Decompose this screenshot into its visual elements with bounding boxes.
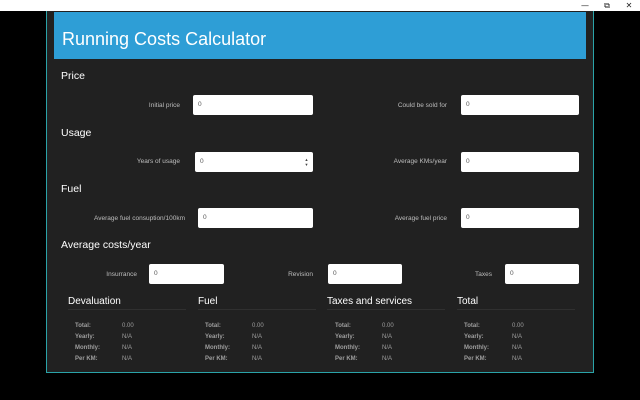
result-per-km-value: N/A	[252, 356, 263, 362]
app-title: Running Costs Calculator	[62, 29, 267, 49]
result-yearly-value: N/A	[252, 334, 263, 340]
result-per-km-value: N/A	[512, 356, 523, 362]
result-monthly-value: N/A	[122, 345, 133, 351]
average-fuel-price-label: Average fuel price	[394, 215, 447, 222]
result-total-label: Total:	[205, 323, 221, 329]
average-fuel-consumption-label: Average fuel consuption/100km	[94, 215, 185, 222]
result-total-value: 0.00	[122, 323, 134, 329]
result-per-km-value: N/A	[122, 356, 133, 362]
result-total-value: 0.00	[512, 323, 524, 329]
result-title-total: Total	[457, 296, 479, 307]
result-yearly-value: N/A	[382, 334, 393, 340]
average-fuel-price-input[interactable]: 0	[461, 208, 579, 228]
years-of-usage-input[interactable]: 0 ▲ ▼	[195, 152, 313, 172]
result-monthly-label: Monthly:	[335, 345, 360, 351]
average-kms-per-year-label: Average KMs/year	[393, 158, 447, 165]
section-heading-fuel: Fuel	[61, 183, 82, 195]
result-total-label: Total:	[464, 323, 480, 329]
taxes-label: Taxes	[475, 271, 492, 278]
result-total-label: Total:	[335, 323, 351, 329]
could-be-sold-for-label: Could be sold for	[397, 102, 447, 109]
result-per-km-label: Per KM:	[205, 356, 228, 362]
average-kms-per-year-input[interactable]: 0	[461, 152, 579, 172]
result-monthly-label: Monthly:	[464, 345, 489, 351]
years-of-usage-value: 0	[200, 158, 204, 165]
insurance-input[interactable]: 0	[149, 264, 224, 284]
revision-input[interactable]: 0	[328, 264, 402, 284]
result-yearly-value: N/A	[512, 334, 523, 340]
revision-label: Revision	[288, 271, 313, 278]
result-monthly-label: Monthly:	[205, 345, 230, 351]
initial-price-input[interactable]: 0	[193, 95, 313, 115]
result-yearly-label: Yearly:	[75, 334, 95, 340]
result-divider	[198, 309, 316, 310]
calculator-panel: Running Costs Calculator Price Initial p…	[46, 11, 594, 373]
result-title-devaluation: Devaluation	[68, 296, 121, 307]
result-title-fuel: Fuel	[198, 296, 218, 307]
result-per-km-label: Per KM:	[464, 356, 487, 362]
insurance-label: Insurrance	[106, 271, 137, 278]
app-header: Running Costs Calculator	[54, 12, 586, 59]
result-per-km-label: Per KM:	[335, 356, 358, 362]
result-monthly-value: N/A	[252, 345, 263, 351]
restore-button[interactable]: ⧉	[596, 0, 618, 11]
result-title-taxes-and-services: Taxes and services	[327, 296, 413, 307]
result-total-label: Total:	[75, 323, 91, 329]
window-titlebar: — ⧉ ✕	[0, 0, 640, 11]
spinner-arrows-icon[interactable]: ▲ ▼	[304, 157, 309, 167]
result-per-km-value: N/A	[382, 356, 393, 362]
result-yearly-value: N/A	[122, 334, 133, 340]
result-divider	[68, 309, 186, 310]
result-monthly-value: N/A	[382, 345, 393, 351]
average-fuel-consumption-input[interactable]: 0	[198, 208, 313, 228]
close-button[interactable]: ✕	[618, 0, 640, 11]
result-yearly-label: Yearly:	[335, 334, 355, 340]
section-heading-usage: Usage	[61, 127, 92, 139]
minimize-button[interactable]: —	[574, 0, 596, 11]
section-heading-average-costs: Average costs/year	[61, 239, 151, 251]
result-yearly-label: Yearly:	[464, 334, 484, 340]
years-of-usage-label: Years of usage	[136, 158, 180, 165]
could-be-sold-for-input[interactable]: 0	[461, 95, 579, 115]
result-per-km-label: Per KM:	[75, 356, 98, 362]
result-divider	[457, 309, 575, 310]
result-monthly-value: N/A	[512, 345, 523, 351]
initial-price-label: Initial price	[148, 102, 180, 109]
result-total-value: 0.00	[252, 323, 264, 329]
result-divider	[327, 309, 445, 310]
result-yearly-label: Yearly:	[205, 334, 225, 340]
result-total-value: 0.00	[382, 323, 394, 329]
section-heading-price: Price	[61, 70, 85, 82]
result-monthly-label: Monthly:	[75, 345, 100, 351]
taxes-input[interactable]: 0	[505, 264, 579, 284]
